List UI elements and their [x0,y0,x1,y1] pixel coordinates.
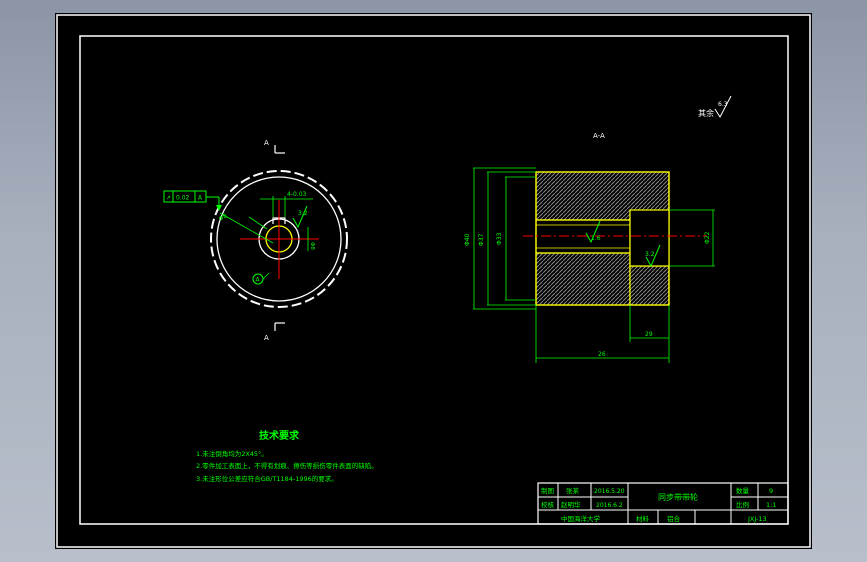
tech-line-1: 1.未注倒角均为2X45°。 [196,449,268,458]
section-mark-bottom: A [264,334,269,342]
inner-frame [79,35,789,525]
svg-text:A: A [198,195,203,202]
svg-text:0.02: 0.02 [176,195,190,202]
svg-text:铝合: 铝合 [667,514,681,523]
section-label: A-A [593,132,605,140]
dim-length: 26 [598,351,606,358]
tech-line-3: 3.未注形位公差应符合GB/T1184-1996的要求。 [196,474,338,483]
svg-text:1.6: 1.6 [591,235,601,242]
drawing-number: JXJ-13 [747,515,767,523]
section-view: A-A Φ40 Φ37 Φ33 Φ22 26 29 1.6 3.2 [464,132,715,363]
runout-tolerance-frame: ↗ 0.02 A [163,190,222,211]
svg-text:张某: 张某 [566,486,580,495]
outer-frame [56,14,811,548]
roughness-other-symbol: 其余 6.3 [698,95,732,119]
svg-text:A: A [256,277,261,284]
svg-text:材料: 材料 [636,514,650,523]
tech-line-2: 2.零件加工表面上，不得有划痕、擦伤等损伤零件表面的缺陷。 [196,461,378,470]
svg-text:其余: 其余 [698,108,714,118]
tech-title: 技术要求 [259,429,300,442]
svg-text:1:1: 1:1 [766,501,776,509]
svg-text:3.2: 3.2 [298,210,308,217]
section-mark-top: A [264,139,269,147]
title-block: 制图 张某 2016.5.20 校核 赵明华 2016.6.2 同步带带轮 数量… [537,482,789,525]
svg-text:制图: 制图 [541,486,554,495]
svg-text:2016.5.20: 2016.5.20 [594,488,625,495]
svg-text:9: 9 [769,487,773,495]
svg-text:Φ8: Φ8 [309,242,315,250]
dim-right: Φ22 [704,231,711,244]
svg-text:↗: ↗ [166,195,171,202]
dim-bore-front: Φ8 [218,212,229,222]
svg-text:比例: 比例 [736,500,749,509]
drawing-sheet: 其余 6.3 A A ↗ 0.02 A 4-0.03 3.2 Φ8 Φ8 A A… [55,13,812,549]
svg-text:2016.6.2: 2016.6.2 [596,502,623,509]
part-name: 同步带带轮 [658,492,698,502]
svg-text:数量: 数量 [736,486,750,495]
dim-bore: Φ33 [496,232,503,245]
cad-drawing: 其余 6.3 A A ↗ 0.02 A 4-0.03 3.2 Φ8 Φ8 A A… [56,14,811,548]
front-view: A A ↗ 0.02 A 4-0.03 3.2 Φ8 Φ8 A [163,139,348,342]
svg-text:校核: 校核 [541,500,555,509]
dim-tooth: Φ37 [478,233,485,246]
svg-text:6.3: 6.3 [718,101,728,108]
tech-requirements: 技术要求 1.未注倒角均为2X45°。 2.零件加工表面上，不得有划痕、擦伤等损… [196,429,378,483]
dim-keyway: 4-0.03 [287,191,307,198]
dim-step: 29 [645,331,653,338]
svg-text:赵明华: 赵明华 [561,500,581,509]
svg-text:3.2: 3.2 [645,251,655,258]
dim-outer: Φ40 [464,233,471,246]
section-lower [535,252,631,306]
svg-text:中国海洋大学: 中国海洋大学 [561,514,601,523]
